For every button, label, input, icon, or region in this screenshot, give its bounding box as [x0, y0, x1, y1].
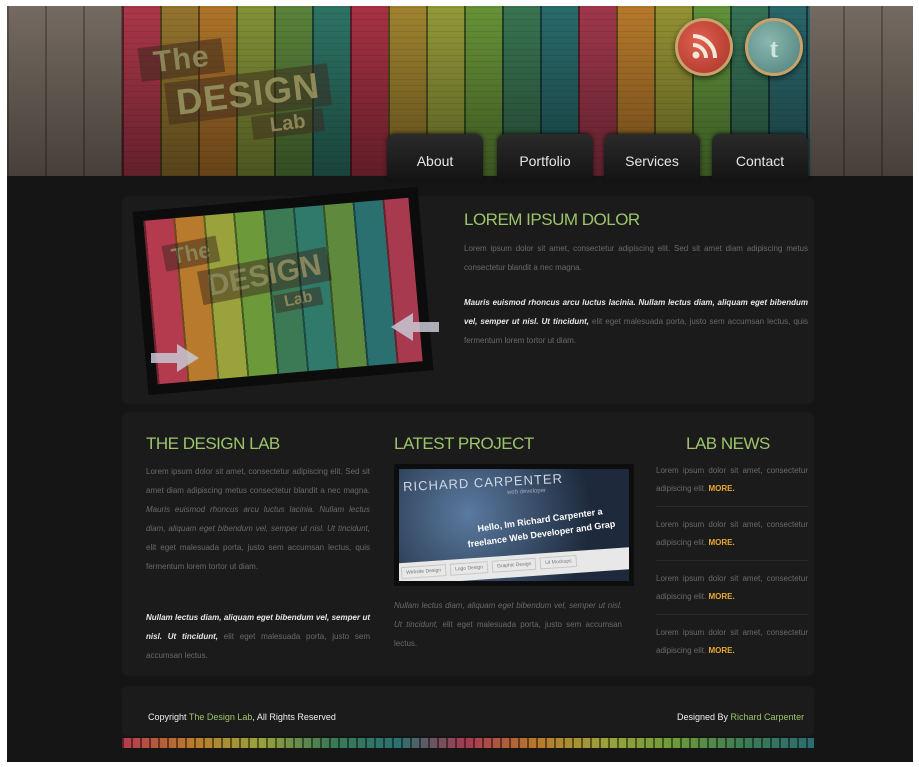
hero-title: LOREM IPSUM DOLOR [464, 210, 640, 229]
design-lab-p1-start: Lorem ipsum dolor sit amet, consectetur … [146, 467, 370, 495]
copyright-link[interactable]: The Design Lab [189, 712, 253, 722]
nav-services[interactable]: Services [604, 134, 700, 180]
design-lab-p1-end: elit eget malesuada porta, justo sem acc… [146, 543, 370, 571]
project-tab: Logo Design [449, 561, 489, 576]
page-frame: The DESIGN Lab t About Portfolio Service… [7, 6, 913, 762]
logo[interactable]: The DESIGN Lab [128, 14, 351, 159]
project-thumbnail-image: RICHARD CARPENTER web developer Hello, I… [399, 469, 629, 581]
design-lab-paragraph-2: Nullam lectus diam, aliquam eget bibendu… [146, 608, 370, 665]
project-thumbnail[interactable]: RICHARD CARPENTER web developer Hello, I… [394, 464, 634, 586]
news-more-link[interactable]: MORE. [708, 646, 734, 655]
news-item-text: Lorem ipsum dolor sit amet, consectetur … [656, 624, 808, 660]
project-tab: UI Mockups [539, 554, 578, 570]
news-divider [656, 506, 808, 507]
svg-text:t: t [770, 34, 779, 63]
news-more-link[interactable]: MORE. [708, 592, 734, 601]
latest-project-title: LATEST PROJECT [394, 434, 534, 453]
rss-icon-glyph [692, 34, 717, 59]
news-more-link[interactable]: MORE. [708, 484, 734, 493]
news-item-text: Lorem ipsum dolor sit amet, consectetur … [656, 516, 808, 552]
copyright-prefix: Copyright [148, 712, 189, 722]
design-lab-title: THE DESIGN LAB [146, 434, 280, 453]
footer-copyright: Copyright The Design Lab, All Rights Res… [148, 712, 336, 722]
nav-contact[interactable]: Contact [712, 134, 808, 180]
copyright-suffix: , All Rights Reserved [252, 712, 336, 722]
twitter-icon-glyph: t [770, 34, 779, 63]
project-tab: Website Design [400, 564, 447, 580]
logo-the: The [137, 37, 226, 82]
arrow-left-icon [391, 313, 439, 341]
news-divider [656, 614, 808, 615]
lab-news-title: LAB NEWS [686, 434, 770, 453]
news-item-text: Lorem ipsum dolor sit amet, consectetur … [656, 462, 808, 498]
news-item-text: Lorem ipsum dolor sit amet, consectetur … [656, 570, 808, 606]
news-divider [656, 560, 808, 561]
footer-designed-by: Designed By Richard Carpenter [677, 712, 804, 722]
hero-paragraph-2: Mauris euismod rhoncus arcu luctus lacin… [464, 293, 808, 350]
hero-paragraph-1: Lorem ipsum dolor sit amet, consectetur … [464, 244, 808, 272]
project-tab: Graphic Design [491, 557, 537, 573]
news-item: Lorem ipsum dolor sit amet, consectetur … [656, 570, 808, 606]
hero-logo-the: The [161, 235, 221, 272]
news-item: Lorem ipsum dolor sit amet, consectetur … [656, 516, 808, 552]
news-item: Lorem ipsum dolor sit amet, consectetur … [656, 624, 808, 660]
news-more-link[interactable]: MORE. [708, 538, 734, 547]
footer-panel [122, 686, 814, 736]
hero-logo-design: DESIGN [197, 246, 333, 306]
hero-logo-lab: Lab [272, 286, 324, 314]
twitter-icon[interactable]: t [745, 18, 803, 76]
latest-project-paragraph: Nullam lectus diam, aliquam eget bibendu… [394, 596, 622, 653]
rss-icon[interactable] [675, 18, 733, 76]
designer-link[interactable]: Richard Carpenter [731, 712, 805, 722]
design-lab-p1-italic: Mauris euismod rhoncus arcu luctus lacin… [146, 505, 370, 533]
design-lab-paragraph-1: Lorem ipsum dolor sit amet, consectetur … [146, 462, 370, 576]
project-subtitle: web developer [506, 487, 547, 497]
nav-about[interactable]: About [387, 134, 483, 180]
footer-wood-strip [122, 738, 814, 748]
header: The DESIGN Lab t About Portfolio Service… [7, 6, 913, 180]
project-tabs: Website Design Logo Design Graphic Desig… [399, 546, 629, 581]
hero-logo: The DESIGN Lab [161, 215, 336, 332]
nav-portfolio[interactable]: Portfolio [497, 134, 593, 180]
arrow-right-icon [151, 344, 199, 372]
news-item: Lorem ipsum dolor sit amet, consectetur … [656, 462, 808, 498]
designed-by-prefix: Designed By [677, 712, 731, 722]
